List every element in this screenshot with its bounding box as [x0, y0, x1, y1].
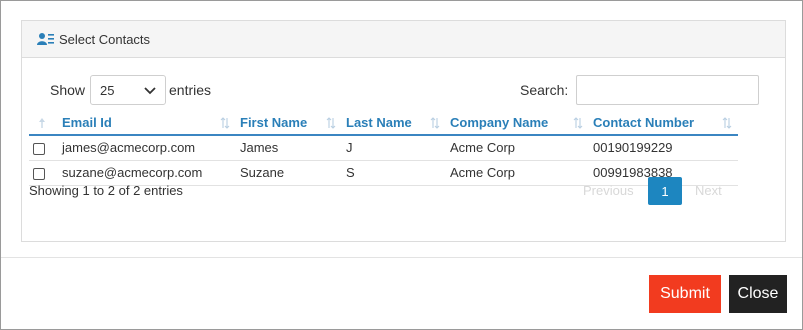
row-checkbox-cell	[29, 135, 58, 161]
table-header-row: Email Id First Name Last Name Company Na…	[29, 111, 738, 136]
show-label: Show	[50, 82, 86, 98]
search-label: Search:	[520, 82, 569, 98]
column-header-contact-number[interactable]: Contact Number	[589, 111, 738, 136]
panel-title: Select Contacts	[59, 31, 151, 47]
pagination-previous[interactable]: Previous	[583, 183, 634, 198]
submit-button[interactable]: Submit	[649, 275, 721, 313]
panel-heading: Select Contacts	[22, 21, 785, 58]
first-name-cell: Suzane	[236, 160, 342, 186]
company-cell: Acme Corp	[446, 135, 589, 161]
last-name-cell: S	[342, 160, 446, 186]
sort-icon	[326, 117, 336, 129]
entries-length-value: 25	[100, 82, 115, 98]
table-controls: Show 25 entries Search:	[50, 75, 759, 105]
close-button[interactable]: Close	[729, 275, 787, 313]
company-cell: Acme Corp	[446, 160, 589, 186]
select-contacts-modal: Select Contacts Show 25 entries Search:	[0, 0, 803, 330]
sort-icon	[573, 117, 583, 129]
contact-number-cell: 00190199229	[589, 135, 738, 161]
column-header-email[interactable]: Email Id	[58, 111, 236, 136]
row-checkbox-cell	[29, 160, 58, 186]
pagination-page-1[interactable]: 1	[648, 177, 682, 205]
sort-icon	[220, 117, 230, 129]
email-cell: suzane@acmecorp.com	[58, 160, 236, 186]
column-header-first-name[interactable]: First Name	[236, 111, 342, 136]
table-info: Showing 1 to 2 of 2 entries	[29, 183, 183, 198]
column-header-company-name[interactable]: Company Name	[446, 111, 589, 136]
entries-label: entries	[169, 82, 212, 98]
column-header-last-name[interactable]: Last Name	[342, 111, 446, 136]
entries-length-select[interactable]: 25	[90, 75, 166, 105]
pagination-next[interactable]: Next	[695, 183, 722, 198]
sort-icon	[430, 117, 440, 129]
table-row: james@acmecorp.com James J Acme Corp 001…	[29, 135, 738, 161]
footer-divider	[1, 257, 802, 258]
table-row: suzane@acmecorp.com Suzane S Acme Corp 0…	[29, 160, 738, 186]
row-checkbox[interactable]	[33, 167, 45, 180]
sort-icon	[722, 117, 732, 129]
sort-up-icon	[38, 117, 48, 129]
select-column-header[interactable]	[29, 111, 58, 136]
first-name-cell: James	[236, 135, 342, 161]
email-cell: james@acmecorp.com	[58, 135, 236, 161]
last-name-cell: J	[342, 135, 446, 161]
contacts-table: Email Id First Name Last Name Company Na…	[29, 111, 738, 186]
row-checkbox[interactable]	[33, 142, 45, 155]
search-input[interactable]	[576, 75, 759, 105]
contacts-list-icon	[37, 32, 55, 46]
chevron-down-icon	[144, 84, 156, 96]
